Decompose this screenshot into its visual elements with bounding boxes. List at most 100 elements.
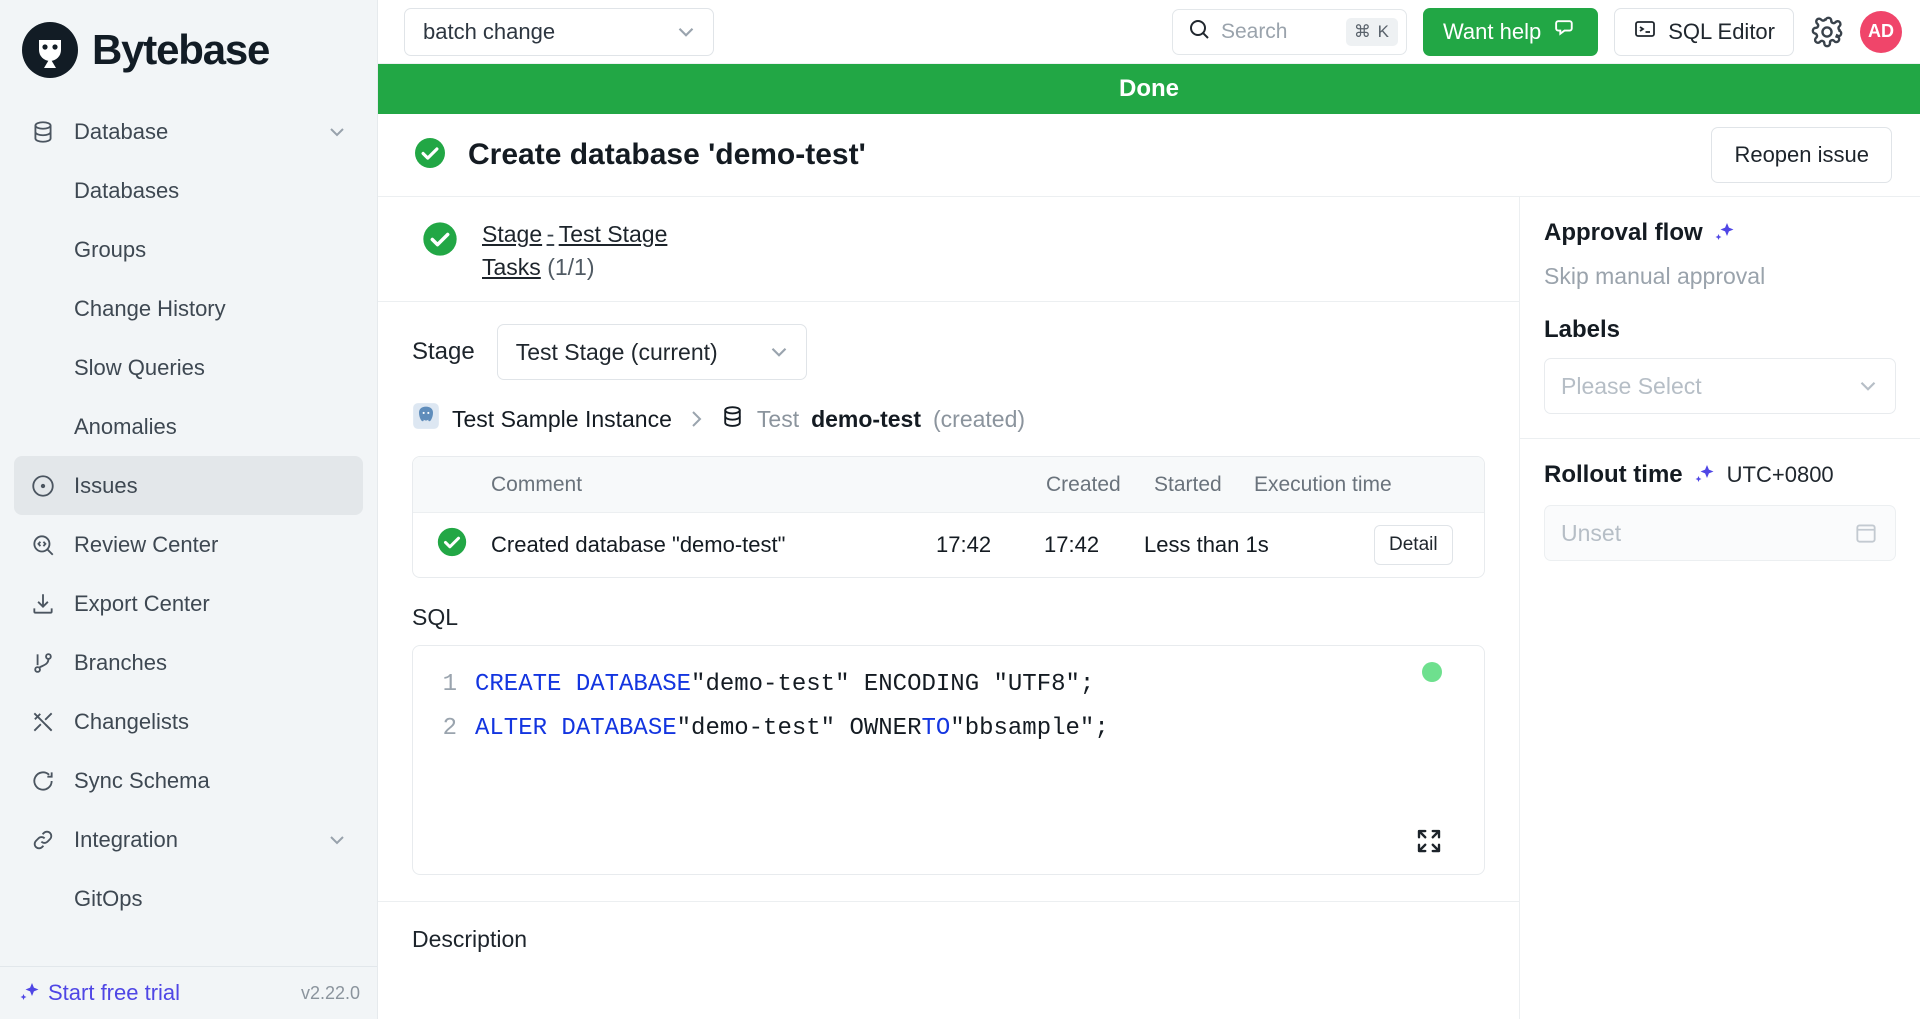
description-label: Description xyxy=(412,926,528,952)
page-title: Create database 'demo-test' xyxy=(468,138,866,171)
bytebase-logo-icon xyxy=(22,22,78,78)
reopen-issue-button[interactable]: Reopen issue xyxy=(1711,127,1892,183)
detail-button[interactable]: Detail xyxy=(1374,525,1453,565)
project-selector-value: batch change xyxy=(423,18,556,44)
search-input[interactable]: Search ⌘ K xyxy=(1171,8,1407,55)
app-version: v2.22.0 xyxy=(300,982,360,1003)
search-shortcut: ⌘ K xyxy=(1345,17,1398,46)
sidebar-item-label: GitOps xyxy=(74,885,143,911)
postgres-elephant-icon xyxy=(412,402,440,436)
sidebar-item-review-center[interactable]: Review Center xyxy=(14,515,363,574)
stage-summary-links: Stage - Test Stage Tasks (1/1) xyxy=(482,219,667,281)
breadcrumb-database[interactable]: demo-test xyxy=(811,406,921,433)
avatar[interactable]: AD xyxy=(1860,10,1902,53)
sync-refresh-icon xyxy=(28,766,58,796)
sidebar-item-change-history[interactable]: Change History xyxy=(14,279,363,338)
sidebar-item-database[interactable]: Database xyxy=(14,102,363,161)
col-created: Created xyxy=(1046,472,1121,496)
sidebar-item-label: Sync Schema xyxy=(74,767,210,793)
database-icon xyxy=(28,117,58,147)
task-table-wrap: Comment Created Started Execution time C… xyxy=(378,456,1519,578)
labels-select[interactable]: Please Select xyxy=(1544,358,1896,414)
task-table: Comment Created Started Execution time C… xyxy=(412,456,1485,578)
sql-keyword: CREATE DATABASE xyxy=(475,670,692,698)
rollout-time-input[interactable]: Unset xyxy=(1544,505,1896,561)
sidebar-item-label: Export Center xyxy=(74,590,210,616)
tasks-link[interactable]: Tasks xyxy=(482,254,541,280)
sql-label: SQL xyxy=(412,604,459,630)
topbar: batch change Search ⌘ K Want help SQL Ed… xyxy=(378,0,1920,64)
rollout-time-block: Rollout time UTC+0800 Unset xyxy=(1520,439,1920,585)
issues-circle-dot-icon xyxy=(28,471,58,501)
sidebar-item-label: Integration xyxy=(74,826,178,852)
sidebar-item-export-center[interactable]: Export Center xyxy=(14,574,363,633)
sidebar-item-slow-queries[interactable]: Slow Queries xyxy=(14,338,363,397)
stage-name-link[interactable]: Test Stage xyxy=(559,221,668,247)
sidebar-item-label: Review Center xyxy=(74,531,219,557)
download-icon xyxy=(28,589,58,619)
sidebar-item-databases[interactable]: Databases xyxy=(14,161,363,220)
col-started: Started xyxy=(1154,472,1222,496)
sidebar-nav: Database Databases Groups Change History… xyxy=(0,96,377,928)
review-code-search-icon xyxy=(28,530,58,560)
start-free-trial-button[interactable]: Start free trial xyxy=(18,980,180,1006)
approval-flow-label: Approval flow xyxy=(1544,219,1703,246)
sidebar-item-label: Issues xyxy=(74,472,138,498)
main-area: batch change Search ⌘ K Want help SQL Ed… xyxy=(378,0,1920,1019)
breadcrumb-instance[interactable]: Test Sample Instance xyxy=(452,406,672,433)
table-row[interactable]: Created database "demo-test" 17:42 17:42… xyxy=(413,513,1484,577)
sidebar-item-groups[interactable]: Groups xyxy=(14,220,363,279)
stage-picker: Stage Test Stage (current) xyxy=(412,324,1485,380)
cell-started: 17:42 xyxy=(1044,532,1100,557)
chevron-right-icon xyxy=(684,407,708,431)
chat-bubble-icon xyxy=(1553,16,1578,47)
want-help-button[interactable]: Want help xyxy=(1422,7,1599,56)
status-banner: Done xyxy=(378,64,1920,114)
issue-header: Create database 'demo-test' Reopen issue xyxy=(378,114,1920,197)
sql-code-block[interactable]: 1 CREATE DATABASE "demo-test" ENCODING "… xyxy=(412,645,1485,875)
cell-execution-time: Less than 1s xyxy=(1144,532,1269,557)
row-status-icon-cell xyxy=(413,525,491,565)
sidebar-item-issues[interactable]: Issues xyxy=(14,456,363,515)
stage-select-value: Test Stage (current) xyxy=(515,338,718,365)
project-selector[interactable]: batch change xyxy=(404,7,714,56)
approval-flow-title: Approval flow xyxy=(1544,219,1896,247)
sidebar-item-branches[interactable]: Branches xyxy=(14,633,363,692)
expand-fullscreen-icon[interactable] xyxy=(1414,826,1444,856)
sidebar-item-gitops[interactable]: GitOps xyxy=(14,869,363,928)
breadcrumb: Test Sample Instance Test demo-test (cre… xyxy=(378,380,1519,456)
start-free-trial-label: Start free trial xyxy=(48,980,181,1005)
stage-summary-heading: Stage - Test Stage xyxy=(482,221,667,248)
right-panel: Approval flow Skip manual approval Label… xyxy=(1520,197,1920,1019)
sql-line: 2 ALTER DATABASE "demo-test" OWNER TO "b… xyxy=(413,706,1484,750)
brand[interactable]: Bytebase xyxy=(0,0,377,96)
stage-summary: Stage - Test Stage Tasks (1/1) xyxy=(378,197,1519,302)
sql-editor-button[interactable]: SQL Editor xyxy=(1614,7,1794,56)
chevron-down-icon xyxy=(325,828,349,852)
sidebar-item-label: Changelists xyxy=(74,708,189,734)
reopen-issue-label: Reopen issue xyxy=(1734,142,1869,167)
sql-editor-label: SQL Editor xyxy=(1668,18,1775,44)
sidebar-item-changelists[interactable]: Changelists xyxy=(14,692,363,751)
sidebar-footer: Start free trial v2.22.0 xyxy=(0,966,377,1019)
sidebar-item-anomalies[interactable]: Anomalies xyxy=(14,397,363,456)
cell-created: 17:42 xyxy=(936,532,992,557)
stage-link[interactable]: Stage xyxy=(482,221,542,247)
sql-keyword: ALTER DATABASE xyxy=(475,714,677,742)
approval-flow-value: Skip manual approval xyxy=(1544,263,1766,289)
body-split: Stage - Test Stage Tasks (1/1) Stage Tes… xyxy=(378,197,1920,1019)
gear-icon[interactable] xyxy=(1810,15,1844,49)
sparkle-icon xyxy=(1693,463,1717,487)
sidebar-item-sync-schema[interactable]: Sync Schema xyxy=(14,751,363,810)
chevron-down-icon xyxy=(673,19,699,45)
sidebar-item-integration[interactable]: Integration xyxy=(14,810,363,869)
tasks-line: Tasks (1/1) xyxy=(482,254,667,281)
app-root: Bytebase Database Databases Groups Chang… xyxy=(0,0,1920,1019)
sql-text: "demo-test" OWNER xyxy=(676,714,922,742)
stage-select[interactable]: Test Stage (current) xyxy=(496,324,807,380)
stage-dash: - xyxy=(546,221,555,247)
changelists-icon xyxy=(28,707,58,737)
terminal-icon xyxy=(1633,17,1657,47)
table-header-row: Comment Created Started Execution time xyxy=(413,457,1484,513)
sql-status-dot xyxy=(1422,662,1442,682)
